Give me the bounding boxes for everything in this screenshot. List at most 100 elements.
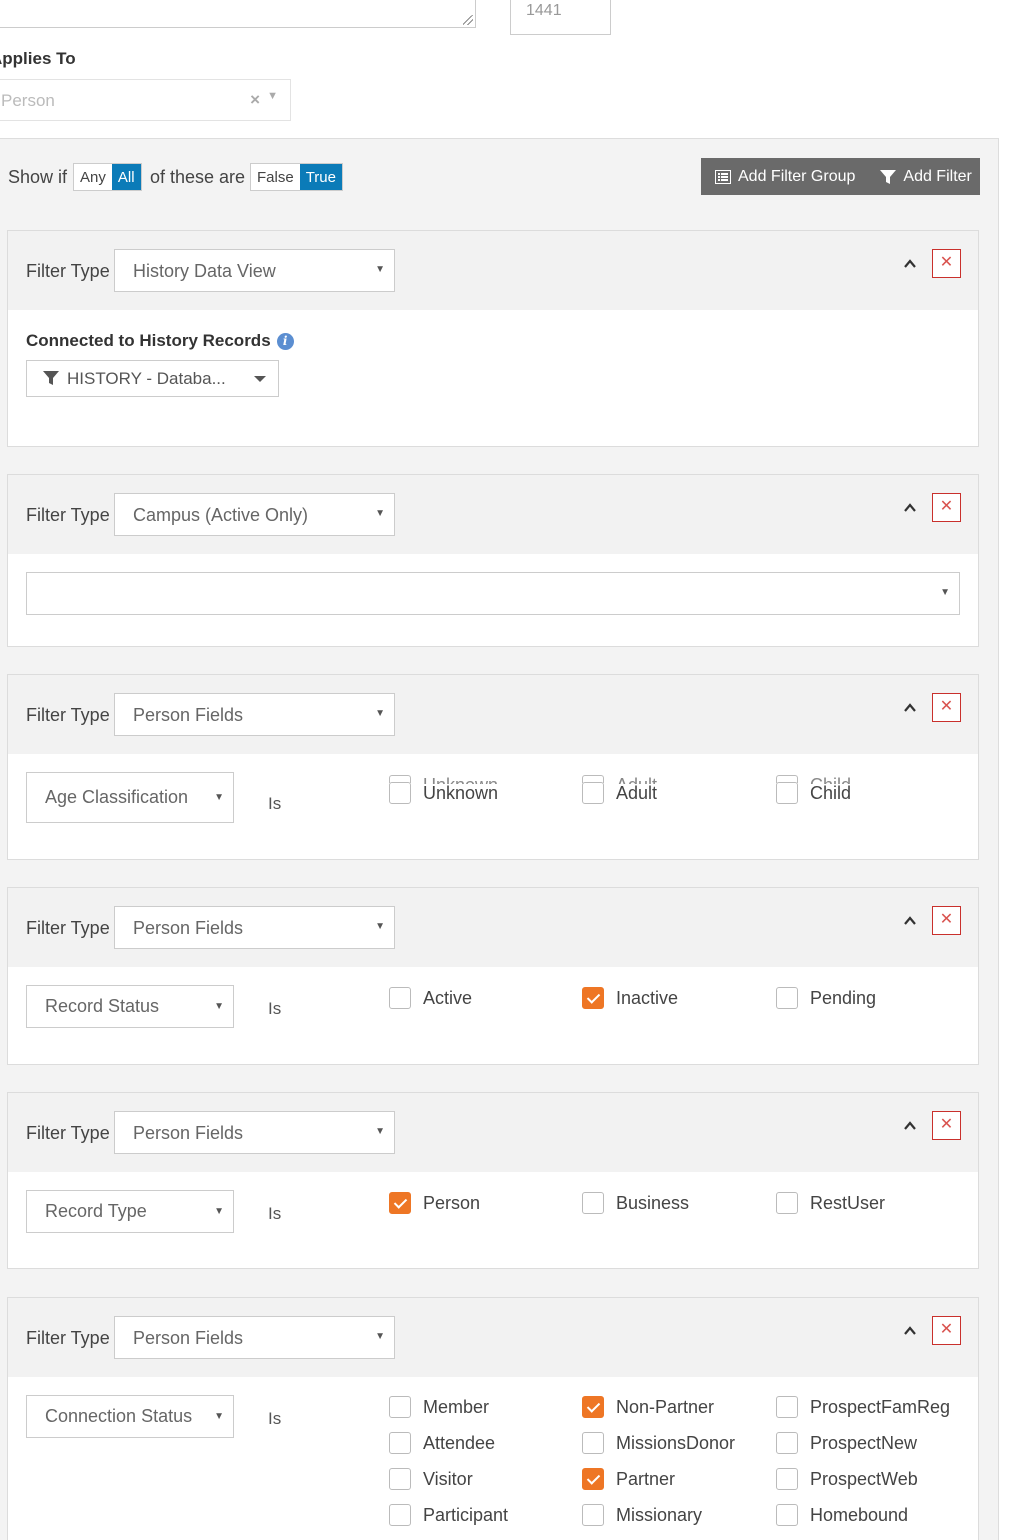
collapse-chevron-icon[interactable] — [903, 1324, 917, 1338]
checkbox-checked-icon[interactable] — [582, 1468, 604, 1490]
option-label: Attendee — [423, 1432, 496, 1453]
filter-type-select[interactable]: Campus (Active Only) ▼ — [114, 493, 395, 536]
person-field-select[interactable]: Record Type ▼ — [26, 1190, 234, 1233]
toggle-true[interactable]: True — [299, 164, 342, 190]
checkbox-icon[interactable] — [389, 1432, 411, 1454]
option-checkbox[interactable]: Attendee — [389, 1432, 495, 1454]
checkbox-icon[interactable] — [582, 782, 604, 804]
option-label: Missionary — [616, 1504, 703, 1525]
delete-filter-button[interactable]: ✕ — [932, 249, 961, 278]
close-icon: ✕ — [939, 1321, 954, 1338]
filter-group-header: Show if Any All of these are False True … — [0, 139, 998, 213]
option-checkbox[interactable]: Partner — [582, 1468, 675, 1490]
delete-filter-button[interactable]: ✕ — [932, 906, 961, 935]
checkbox-icon[interactable] — [776, 1468, 798, 1490]
filter-panel-header: Filter Type Person Fields ▼ ✕ — [8, 888, 978, 967]
add-filter-group-button[interactable]: Add Filter Group — [701, 158, 855, 195]
checkbox-icon[interactable] — [582, 1432, 604, 1454]
toggle-all[interactable]: All — [111, 164, 141, 190]
collapse-chevron-icon[interactable] — [903, 501, 917, 515]
option-checkbox[interactable]: Non-Partner — [582, 1396, 714, 1418]
caret-down-icon: ▼ — [214, 792, 224, 803]
option-checkbox[interactable]: Inactive — [582, 987, 678, 1009]
show-if-label: Show if — [8, 167, 68, 187]
filter-type-select[interactable]: Person Fields ▼ — [114, 906, 395, 949]
checkbox-icon[interactable] — [776, 1432, 798, 1454]
option-checkbox[interactable]: Member — [389, 1396, 489, 1418]
is-label: Is — [268, 794, 282, 813]
id-field[interactable]: 1441 — [510, 0, 611, 35]
checkbox-icon[interactable] — [389, 987, 411, 1009]
option-checkbox[interactable]: Pending — [776, 987, 876, 1009]
toggle-false[interactable]: False — [251, 164, 300, 190]
checkbox-icon[interactable] — [582, 1504, 604, 1526]
checkbox-checked-icon[interactable] — [582, 1396, 604, 1418]
checkbox-icon[interactable] — [389, 782, 411, 804]
option-checkbox[interactable]: Person — [389, 1192, 480, 1214]
add-filter-button[interactable]: Add Filter — [855, 158, 972, 195]
collapse-chevron-icon[interactable] — [903, 257, 917, 271]
applies-to-label: Applies To — [0, 49, 76, 68]
is-label: Is — [268, 1409, 282, 1428]
option-checkbox[interactable]: MissionsDonor — [582, 1432, 735, 1454]
collapse-chevron-icon[interactable] — [903, 701, 917, 715]
option-checkbox[interactable]: Visitor — [389, 1468, 473, 1490]
checkbox-icon[interactable] — [389, 1504, 411, 1526]
option-checkbox[interactable]: ProspectFamReg — [776, 1396, 950, 1418]
option-checkbox[interactable]: Active — [389, 987, 472, 1009]
option-checkbox[interactable]: Participant — [389, 1504, 508, 1526]
filter-panel-header: Filter Type History Data View ▼ ✕ — [8, 231, 978, 310]
checkbox-icon[interactable] — [776, 1504, 798, 1526]
applies-to-select[interactable]: Person × ▼ — [0, 79, 291, 121]
checkbox-checked-icon[interactable] — [582, 987, 604, 1009]
delete-filter-button[interactable]: ✕ — [932, 1111, 961, 1140]
checkbox-icon[interactable] — [776, 782, 798, 804]
delete-filter-button[interactable]: ✕ — [932, 493, 961, 522]
option-label: ProspectNew — [810, 1432, 918, 1453]
collapse-chevron-icon[interactable] — [903, 914, 917, 928]
dataview-picker[interactable]: HISTORY - Databa... — [26, 360, 279, 397]
option-checkbox[interactable]: Homebound — [776, 1504, 908, 1526]
filter-actions: Add Filter Group Add Filter — [701, 158, 980, 195]
checkbox-checked-icon[interactable] — [389, 1192, 411, 1214]
clear-icon[interactable]: × — [250, 90, 260, 110]
option-checkbox[interactable]: Unknown — [389, 782, 498, 804]
checkbox-icon[interactable] — [776, 1396, 798, 1418]
option-checkbox[interactable]: ProspectWeb — [776, 1468, 918, 1490]
option-checkbox[interactable]: Business — [582, 1192, 689, 1214]
caret-down-icon: ▼ — [375, 1126, 385, 1137]
caret-down-icon: ▼ — [375, 264, 385, 275]
person-field-select[interactable]: Connection Status ▼ — [26, 1395, 234, 1438]
option-checkbox[interactable]: ProspectNew — [776, 1432, 917, 1454]
collapse-chevron-icon[interactable] — [903, 1119, 917, 1133]
option-checkbox[interactable]: Child — [776, 782, 851, 804]
filter-type-select[interactable]: History Data View ▼ — [114, 249, 395, 292]
option-checkbox[interactable]: Missionary — [582, 1504, 702, 1526]
person-field-select[interactable]: Age Classification ▼ — [26, 772, 234, 823]
option-label: ProspectFamReg — [810, 1396, 951, 1417]
campus-select[interactable]: ▼ — [26, 572, 960, 615]
checkbox-icon[interactable] — [582, 1192, 604, 1214]
info-icon[interactable]: i — [276, 333, 294, 350]
option-checkbox[interactable]: Adult — [582, 782, 657, 804]
description-textarea[interactable] — [0, 0, 476, 28]
delete-filter-button[interactable]: ✕ — [932, 693, 961, 722]
filter-type-select[interactable]: Person Fields ▼ — [114, 1316, 395, 1359]
filter-type-select[interactable]: Person Fields ▼ — [114, 1111, 395, 1154]
any-all-toggle[interactable]: Any All — [73, 163, 142, 191]
filter-type-value: Person Fields — [133, 1123, 244, 1143]
checkbox-icon[interactable] — [389, 1396, 411, 1418]
checkbox-icon[interactable] — [776, 987, 798, 1009]
delete-filter-button[interactable]: ✕ — [932, 1316, 961, 1345]
checkbox-icon[interactable] — [389, 1468, 411, 1490]
option-label: Person — [423, 1192, 481, 1213]
resize-grip-icon[interactable] — [463, 15, 473, 25]
checkbox-icon[interactable] — [776, 1192, 798, 1214]
option-checkbox[interactable]: RestUser — [776, 1192, 885, 1214]
filter-type-label: Filter Type — [26, 1123, 110, 1143]
person-field-select[interactable]: Record Status ▼ — [26, 985, 234, 1028]
true-false-toggle[interactable]: False True — [250, 163, 343, 191]
filter-type-select[interactable]: Person Fields ▼ — [114, 693, 395, 736]
close-icon: ✕ — [939, 254, 954, 271]
toggle-any[interactable]: Any — [74, 164, 112, 190]
